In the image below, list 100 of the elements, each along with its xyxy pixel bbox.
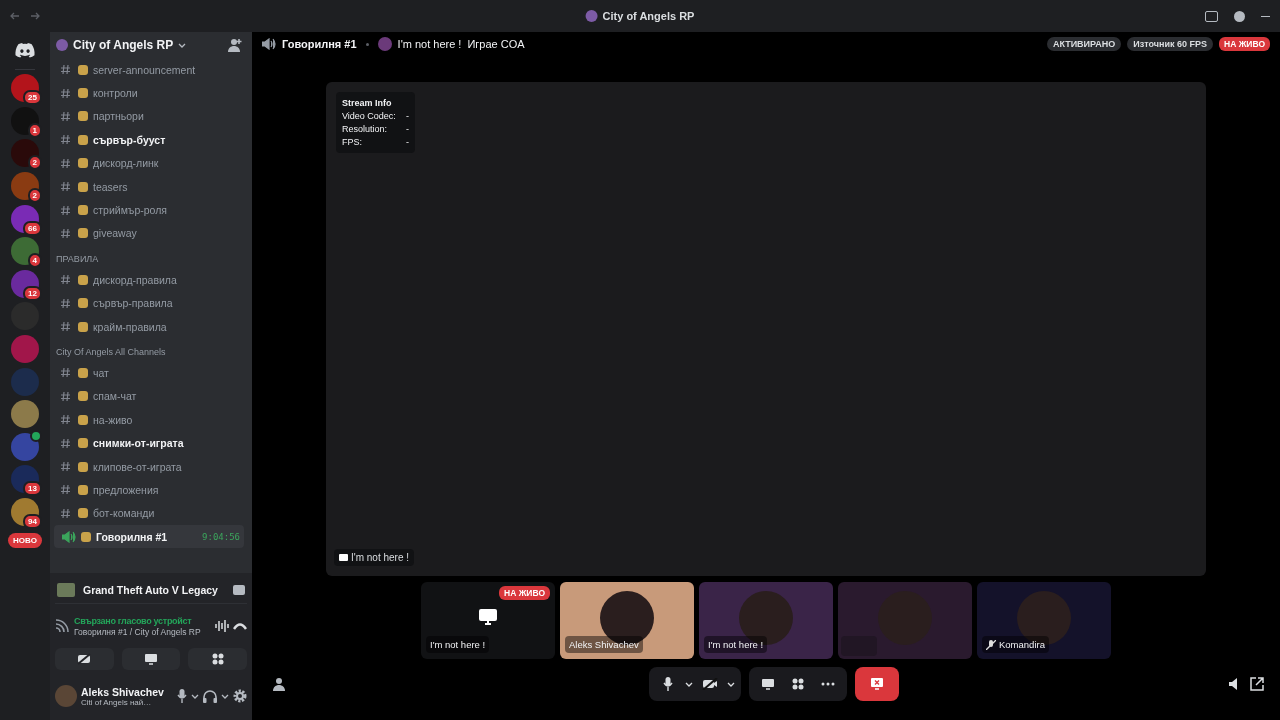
signal-icon[interactable] (55, 619, 71, 633)
speaker-icon (62, 530, 76, 543)
text-channel[interactable]: стриймър-роля (54, 198, 244, 222)
emoji-icon (78, 88, 88, 99)
forward-icon[interactable] (30, 12, 40, 20)
live-badge: НА ЖИВО (1219, 37, 1270, 51)
server-icon[interactable]: 66 (11, 204, 39, 233)
server-icon[interactable]: 2 (11, 171, 39, 200)
emoji-icon (78, 368, 88, 378)
emoji-icon (78, 205, 88, 216)
text-channel[interactable]: бот-команди (54, 501, 244, 526)
activity-text: Играе COA (467, 38, 525, 50)
live-badge: НА ЖИВО (499, 586, 550, 600)
participant-tile[interactable]: Aleks Shivachev (560, 582, 694, 659)
screen-share-icon[interactable] (233, 585, 245, 595)
activities-button[interactable] (188, 648, 247, 670)
hash-icon (60, 110, 71, 122)
participant-tile[interactable]: I'm not here ! (699, 582, 833, 659)
window-title: City of Angels RP (585, 10, 695, 22)
disconnect-icon[interactable] (233, 622, 247, 630)
text-channel[interactable]: партньори (54, 104, 244, 129)
text-channel[interactable]: крайм-правила (54, 314, 244, 339)
hash-icon (60, 414, 71, 426)
server-icon[interactable]: 1 (11, 106, 39, 135)
user-name: Aleks Shivachev (81, 685, 164, 698)
voice-location[interactable]: Говорилня #1 / City of Angels RP (74, 626, 201, 637)
help-icon[interactable] (1234, 10, 1245, 22)
participant-name: Komandira (982, 636, 1049, 653)
chevron-icon[interactable] (221, 693, 229, 699)
info-value: - (405, 111, 409, 121)
text-channel[interactable]: на-живо (54, 408, 244, 432)
server-icon[interactable] (11, 400, 39, 429)
server-icon[interactable]: 25 (11, 74, 39, 103)
channel-category[interactable]: City Of Angels All Channels (54, 338, 244, 362)
text-channel[interactable]: сървър-бууст (54, 128, 244, 152)
server-icon[interactable]: 94 (11, 497, 39, 526)
voice-status: Свързано гласово устройст (74, 615, 192, 626)
text-channel[interactable]: teasers (54, 174, 244, 199)
screen-icon[interactable] (1205, 10, 1218, 22)
chevron-icon[interactable] (684, 681, 693, 687)
info-label: FPS: (342, 137, 362, 147)
info-label: Resolution: (342, 124, 388, 134)
text-channel[interactable]: дискорд-линк (54, 151, 244, 175)
participant-tile[interactable] (838, 582, 972, 659)
server-icon (585, 10, 598, 22)
add-user-icon[interactable] (272, 677, 287, 691)
minimize-icon[interactable] (1261, 15, 1270, 17)
new-badge: НОВО (8, 532, 42, 548)
server-icon[interactable]: 12 (11, 269, 39, 298)
voice-indicator-icon (30, 429, 42, 442)
camera-off-button[interactable] (55, 648, 114, 670)
settings-icon[interactable] (233, 689, 247, 703)
server-name[interactable]: City of Angels RP (73, 38, 174, 52)
server-icon[interactable] (11, 432, 39, 461)
server-icon[interactable]: 13 (11, 465, 39, 494)
hash-icon (60, 437, 71, 449)
channel-category[interactable]: ПРАВИЛА (54, 245, 244, 269)
emoji-icon (78, 111, 88, 122)
unread-badge: 4 (27, 253, 42, 269)
server-icon[interactable]: 2 (11, 139, 39, 168)
sound-wave-icon[interactable] (214, 619, 230, 633)
screen-icon (144, 653, 158, 665)
screen-icon (478, 607, 498, 626)
participant-tile[interactable]: Komandira (977, 582, 1111, 659)
text-channel[interactable]: чат (54, 361, 244, 385)
text-channel[interactable]: giveaway (54, 221, 244, 246)
chevron-icon[interactable] (178, 42, 187, 48)
hash-icon (60, 507, 71, 519)
participant-tile[interactable]: НА ЖИВО I'm not here ! (421, 582, 555, 659)
camera-off-icon (77, 653, 92, 665)
pop-out-icon[interactable] (1249, 677, 1264, 691)
text-channel[interactable]: клипове-от-играта (54, 454, 244, 479)
stop-stream-button[interactable] (854, 667, 899, 701)
info-title: Stream Info (342, 98, 393, 108)
stop-screen-icon (869, 678, 884, 690)
voice-channel[interactable]: Говорилня #1 9:04:56 (54, 525, 244, 549)
chevron-icon[interactable] (191, 693, 199, 699)
emoji-icon (78, 438, 88, 449)
headphones-icon[interactable] (203, 689, 217, 703)
server-icon[interactable]: 4 (11, 237, 39, 266)
unread-badge: 2 (27, 155, 42, 171)
text-channel[interactable]: предложения (54, 478, 244, 502)
speaker-icon (262, 38, 276, 50)
invite-icon[interactable] (228, 38, 242, 52)
back-icon[interactable] (10, 12, 20, 20)
emoji-icon (78, 298, 88, 309)
emoji-icon (81, 531, 91, 542)
share-screen-button[interactable] (121, 648, 181, 670)
microphone-icon[interactable] (177, 689, 187, 703)
emoji-icon (78, 391, 88, 402)
text-channel[interactable]: снимки-от-играта (54, 431, 244, 455)
text-channel[interactable]: спам-чат (54, 384, 244, 409)
text-channel[interactable]: server-announcement (54, 58, 244, 82)
chevron-icon[interactable] (726, 681, 735, 687)
screen-icon (339, 554, 348, 561)
text-channel[interactable]: контроли (54, 81, 244, 105)
hash-icon (60, 390, 71, 402)
text-channel[interactable]: дискорд-правила (54, 268, 244, 292)
hash-icon (60, 461, 71, 473)
text-channel[interactable]: сървър-правила (54, 291, 244, 315)
